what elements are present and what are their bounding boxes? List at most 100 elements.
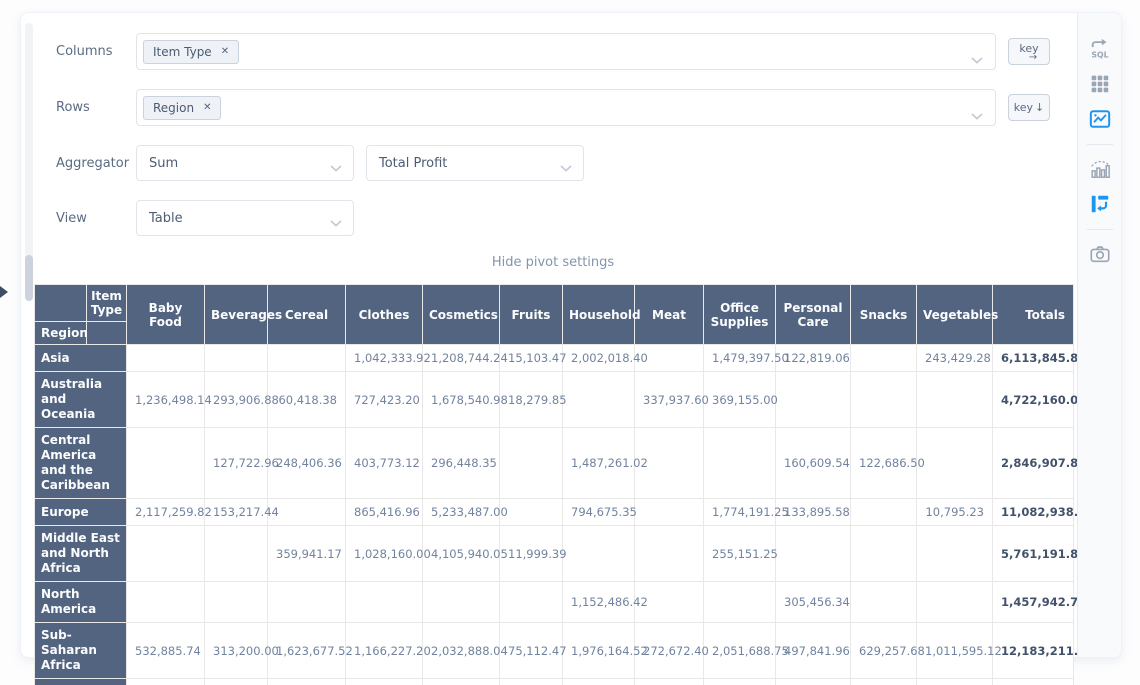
pivot-cell — [127, 526, 205, 582]
pivot-cell: 1,236,498.14 — [127, 372, 205, 428]
view-select[interactable]: Table — [136, 200, 354, 236]
chevron-down-icon — [330, 216, 342, 231]
pivot-cell: 369,155.00 — [704, 372, 776, 428]
pivot-cell: 133,895.58 — [776, 499, 851, 526]
remove-tag-icon[interactable]: ✕ — [221, 47, 229, 57]
visualization-card: Columns Item Type ✕ key → Rows — [20, 12, 1122, 658]
pivot-cell — [917, 428, 993, 499]
panel-expand-arrow[interactable] — [0, 286, 8, 298]
pivot-cell: 794,675.35 — [563, 499, 635, 526]
totals-col-header: Totals — [993, 285, 1074, 345]
row-header: Asia — [35, 345, 127, 372]
pivot-cell: 865,416.96 — [346, 499, 423, 526]
col-header: Cosmetics — [423, 285, 500, 345]
pivot-cell — [268, 499, 346, 526]
sql-icon[interactable]: SQL — [1086, 35, 1114, 63]
pivot-cell: 153,217.44 — [205, 499, 268, 526]
camera-icon[interactable] — [1086, 240, 1114, 268]
columns-sort-key-button[interactable]: key → — [1008, 38, 1050, 65]
pivot-cell — [851, 345, 917, 372]
pivot-cell — [851, 526, 917, 582]
pivot-cell: 255,151.25 — [704, 526, 776, 582]
aggregator-control-row: Aggregator Sum Total Profit — [56, 145, 1050, 181]
bar-chart-icon[interactable] — [1086, 155, 1114, 183]
row-header: North America — [35, 582, 127, 623]
pivot-cell: 248,406.36 — [268, 428, 346, 499]
col-header: Meat — [635, 285, 704, 345]
pivot-cell: 2,117,259.82 — [127, 499, 205, 526]
col-total-cell: 888,047.28 — [205, 679, 268, 685]
visualization-rail: SQL — [1077, 13, 1121, 657]
settings-scrollbar[interactable] — [25, 23, 33, 301]
hide-pivot-settings-link[interactable]: Hide pivot settings — [56, 255, 1050, 270]
pivot-cell — [563, 372, 635, 428]
pivot-cell — [205, 345, 268, 372]
row-total-cell: 11,082,938.63 — [993, 499, 1074, 526]
pivot-cell — [851, 582, 917, 623]
col-total-cell: 3,886,643.70 — [127, 679, 205, 685]
pivot-cell — [346, 582, 423, 623]
pivot-pipeline-icon[interactable] — [1086, 190, 1114, 218]
arrow-right-icon: → — [1029, 53, 1037, 62]
aggregator-value-select[interactable]: Total Profit — [366, 145, 584, 181]
col-total-cell: 2,292,443.43 — [268, 679, 346, 685]
rows-select[interactable]: Region ✕ — [136, 89, 996, 126]
pivot-cell: 127,722.96 — [205, 428, 268, 499]
col-total-cell: 751,944.18 — [851, 679, 917, 685]
table-row: Middle East and North Africa359,941.171,… — [35, 526, 1074, 582]
remove-tag-icon[interactable]: ✕ — [203, 103, 211, 113]
chart-image-icon[interactable] — [1086, 105, 1114, 133]
table-row: Central America and the Caribbean127,722… — [35, 428, 1074, 499]
pivot-cell: 337,937.60 — [635, 372, 704, 428]
pivot-cell: 1,028,160.00 — [346, 526, 423, 582]
pivot-cell — [776, 372, 851, 428]
col-header: Baby Food — [127, 285, 205, 345]
pivot-cell: 296,448.35 — [423, 428, 500, 499]
svg-text:SQL: SQL — [1091, 50, 1108, 59]
view-control-row: View Table — [56, 200, 1050, 236]
pivot-cell: 1,678,540.98 — [423, 372, 500, 428]
columns-select[interactable]: Item Type ✕ — [136, 33, 996, 70]
pivot-cell: 532,885.74 — [127, 623, 205, 679]
pivot-cell: 75,112.47 — [500, 623, 563, 679]
pivot-cell: 2,032,888.04 — [423, 623, 500, 679]
pivot-cell: 1,152,486.42 — [563, 582, 635, 623]
col-total-cell: 1,220,622.48 — [776, 679, 851, 685]
rows-tag-region[interactable]: Region ✕ — [143, 96, 221, 120]
pivot-cell — [704, 428, 776, 499]
row-total-cell: 4,722,160.03 — [993, 372, 1074, 428]
pivot-table: Item TypeBaby FoodBeveragesCerealClothes… — [34, 284, 1074, 685]
chevron-down-icon — [971, 49, 983, 68]
pivot-settings-panel: Columns Item Type ✕ key → Rows — [21, 13, 1077, 657]
chevron-down-icon — [971, 105, 983, 124]
pivot-cell — [205, 526, 268, 582]
col-header: Clothes — [346, 285, 423, 345]
col-total-cell: 5,233,334.40 — [346, 679, 423, 685]
pivot-cell — [635, 499, 704, 526]
col-header: Office Supplies — [704, 285, 776, 345]
pivot-cell: 1,011,595.12 — [917, 623, 993, 679]
pivot-cell: 1,042,333.92 — [346, 345, 423, 372]
pivot-cell: 1,479,397.50 — [704, 345, 776, 372]
pivot-cell: 272,672.40 — [635, 623, 704, 679]
pivot-cell — [917, 582, 993, 623]
pivot-cell — [563, 526, 635, 582]
pivot-cell: 10,795.23 — [917, 499, 993, 526]
pivot-cell: 1,166,227.20 — [346, 623, 423, 679]
col-header: Fruits — [500, 285, 563, 345]
settings-scrollbar-thumb[interactable] — [25, 255, 33, 301]
pivot-cell: 243,429.28 — [917, 345, 993, 372]
col-total-cell: 7,412,605.71 — [563, 679, 635, 685]
aggregator-select[interactable]: Sum — [136, 145, 354, 181]
col-total-cell: 610,610.00 — [635, 679, 704, 685]
pivot-cell: 5,233,487.00 — [423, 499, 500, 526]
columns-tag-item-type[interactable]: Item Type ✕ — [143, 40, 239, 64]
rows-sort-key-button[interactable]: key ↓ — [1008, 94, 1050, 121]
table-row: Sub-Saharan Africa532,885.74313,200.001,… — [35, 623, 1074, 679]
pivot-cell: 60,418.38 — [268, 372, 346, 428]
table-grid-icon[interactable] — [1086, 70, 1114, 98]
col-header: Personal Care — [776, 285, 851, 345]
pivot-cell — [423, 582, 500, 623]
pivot-cell: 1,208,744.24 — [423, 345, 500, 372]
row-header: Australia and Oceania — [35, 372, 127, 428]
